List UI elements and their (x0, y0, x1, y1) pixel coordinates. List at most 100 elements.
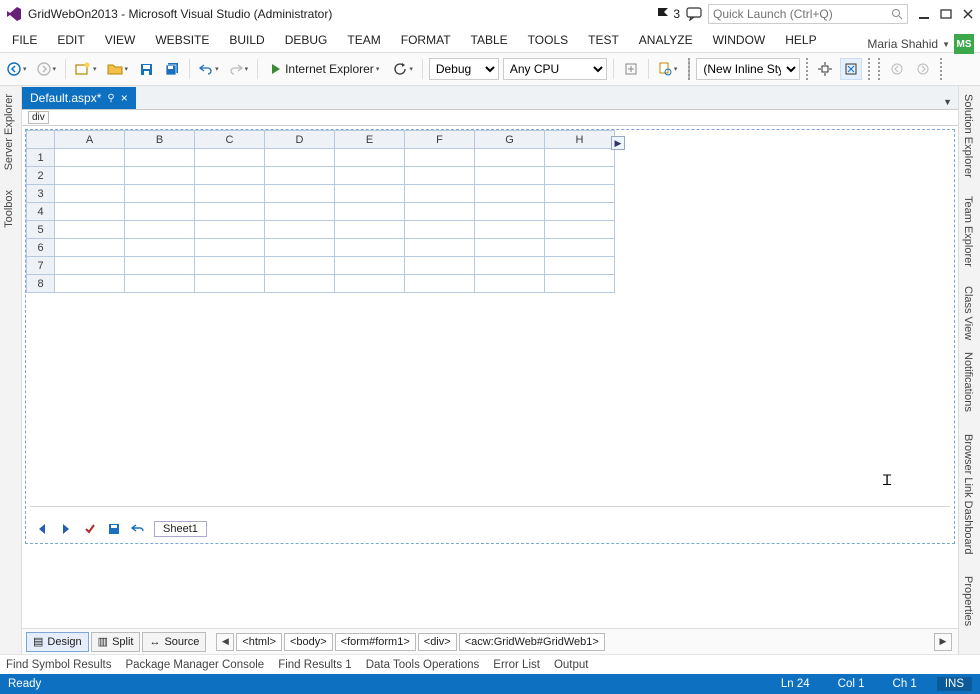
pin-icon[interactable]: ⚲ (107, 93, 114, 104)
cell[interactable] (335, 239, 405, 257)
row-header[interactable]: 4 (27, 203, 55, 221)
menu-analyze[interactable]: ANALYZE (629, 29, 703, 51)
design-canvas[interactable]: A B C D E F G H 1 2 3 4 5 (22, 126, 958, 628)
breadcrumb-next[interactable]: ▶ (934, 633, 952, 651)
nav-forward-button[interactable]: ▾ (34, 58, 60, 80)
save-grid-button[interactable] (106, 521, 122, 537)
breadcrumb-html[interactable]: <html> (236, 633, 282, 651)
search-input[interactable] (713, 7, 891, 21)
cell[interactable] (405, 221, 475, 239)
cell[interactable] (265, 185, 335, 203)
col-header[interactable]: C (195, 131, 265, 149)
col-header[interactable]: A (55, 131, 125, 149)
team-explorer-tab[interactable]: Team Explorer (959, 192, 977, 271)
panel-find-symbol[interactable]: Find Symbol Results (6, 659, 111, 671)
cell[interactable] (125, 167, 195, 185)
cell[interactable] (335, 257, 405, 275)
browser-link-dash-tab[interactable]: Browser Link Dashboard (959, 430, 977, 558)
smart-tag-button[interactable]: ▶ (611, 136, 625, 150)
cell[interactable] (545, 149, 615, 167)
cell[interactable] (265, 149, 335, 167)
row-header[interactable]: 2 (27, 167, 55, 185)
menu-table[interactable]: TABLE (461, 29, 518, 51)
cell[interactable] (55, 185, 125, 203)
close-icon[interactable]: × (121, 91, 128, 105)
new-item-button[interactable] (620, 58, 642, 80)
notifications-tab[interactable]: Notifications (959, 348, 977, 416)
maximize-button[interactable] (940, 8, 952, 20)
cell[interactable] (265, 275, 335, 293)
cell[interactable] (195, 185, 265, 203)
cell[interactable] (475, 239, 545, 257)
server-explorer-tab[interactable]: Server Explorer (0, 90, 18, 174)
user-account[interactable]: Maria Shahid ▼ MS (867, 34, 974, 54)
cell[interactable] (125, 221, 195, 239)
redo-button[interactable]: ▾ (226, 58, 252, 80)
panel-find-results[interactable]: Find Results 1 (278, 659, 352, 671)
cell[interactable] (475, 149, 545, 167)
breadcrumb-form[interactable]: <form#form1> (335, 633, 416, 651)
cell[interactable] (475, 275, 545, 293)
row-header[interactable]: 6 (27, 239, 55, 257)
cell[interactable] (55, 275, 125, 293)
cell[interactable] (335, 185, 405, 203)
cell[interactable] (195, 221, 265, 239)
cell[interactable] (265, 221, 335, 239)
new-project-button[interactable]: ▾ (72, 58, 100, 80)
cell[interactable] (195, 167, 265, 185)
target-rule-button[interactable] (814, 58, 836, 80)
find-in-files-button[interactable]: ▾ (655, 58, 681, 80)
step-forward-button[interactable] (912, 58, 934, 80)
cell[interactable] (405, 239, 475, 257)
breadcrumb-div[interactable]: <div> (418, 633, 457, 651)
toolbox-tab[interactable]: Toolbox (0, 186, 18, 232)
cell[interactable] (475, 185, 545, 203)
close-button[interactable] (962, 8, 974, 20)
next-page-button[interactable] (58, 521, 74, 537)
cell[interactable] (545, 203, 615, 221)
doc-tab-default-aspx[interactable]: Default.aspx* ⚲ × (22, 87, 136, 109)
spreadsheet-grid[interactable]: A B C D E F G H 1 2 3 4 5 (26, 130, 615, 293)
cell[interactable] (545, 167, 615, 185)
quick-launch-search[interactable] (708, 4, 908, 24)
cell[interactable] (195, 275, 265, 293)
cell[interactable] (545, 275, 615, 293)
solution-platform-combo[interactable]: Any CPU (503, 58, 607, 80)
cell[interactable] (405, 203, 475, 221)
current-tag[interactable]: div (28, 111, 49, 124)
class-view-tab[interactable]: Class View (959, 282, 977, 344)
save-button[interactable] (135, 58, 157, 80)
split-view-button[interactable]: ▥Split (91, 632, 141, 652)
sheet-tab[interactable]: Sheet1 (154, 521, 207, 537)
cell[interactable] (405, 275, 475, 293)
save-all-button[interactable] (161, 58, 183, 80)
cell[interactable] (545, 257, 615, 275)
feedback-icon[interactable] (686, 7, 702, 21)
cell[interactable] (125, 185, 195, 203)
cell[interactable] (545, 239, 615, 257)
cell[interactable] (55, 257, 125, 275)
cell[interactable] (335, 149, 405, 167)
menu-help[interactable]: HELP (775, 29, 826, 51)
menu-build[interactable]: BUILD (219, 29, 274, 51)
cell[interactable] (55, 203, 125, 221)
col-header[interactable]: F (405, 131, 475, 149)
cell[interactable] (265, 203, 335, 221)
properties-tab[interactable]: Properties (959, 572, 977, 630)
cell[interactable] (125, 239, 195, 257)
cell[interactable] (405, 167, 475, 185)
col-header[interactable]: E (335, 131, 405, 149)
cell[interactable] (55, 149, 125, 167)
solution-config-combo[interactable]: Debug (429, 58, 499, 80)
panel-output[interactable]: Output (554, 659, 589, 671)
cell[interactable] (265, 257, 335, 275)
panel-data-tools[interactable]: Data Tools Operations (366, 659, 480, 671)
undo-grid-button[interactable] (130, 521, 146, 537)
cell[interactable] (475, 257, 545, 275)
cell[interactable] (405, 257, 475, 275)
submit-button[interactable] (82, 521, 98, 537)
cell[interactable] (195, 203, 265, 221)
cell[interactable] (125, 275, 195, 293)
cell[interactable] (195, 257, 265, 275)
step-back-button[interactable] (886, 58, 908, 80)
